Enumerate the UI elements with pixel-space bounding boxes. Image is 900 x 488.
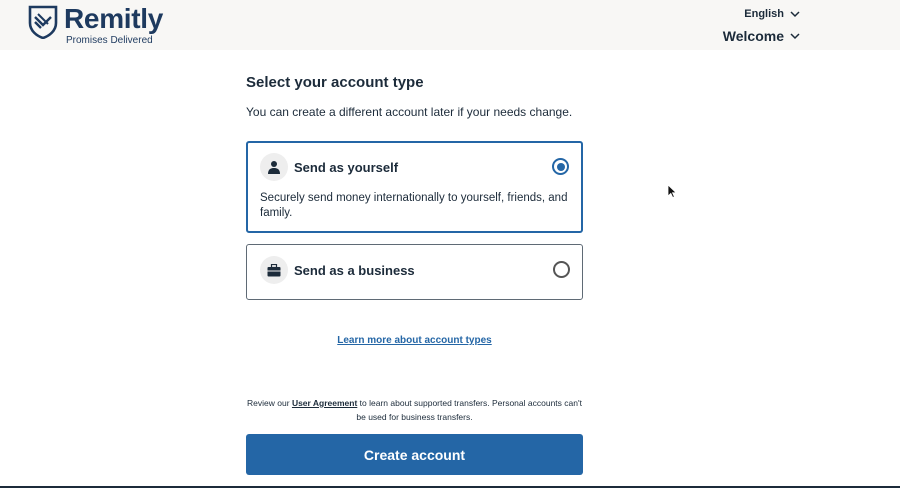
top-header: Remitly Promises Delivered English Welco…	[0, 0, 900, 50]
radio-selected[interactable]	[552, 158, 569, 175]
learn-more-link[interactable]: Learn more about account types	[246, 335, 583, 346]
brand-tagline: Promises Delivered	[66, 35, 153, 46]
chevron-down-icon	[790, 33, 800, 40]
option-description: Securely send money internationally to y…	[260, 192, 568, 219]
mouse-cursor-icon	[667, 184, 677, 198]
shield-logo-icon	[28, 5, 58, 39]
person-icon	[260, 153, 288, 181]
welcome-label: Welcome	[722, 28, 784, 44]
create-account-button[interactable]: Create account	[246, 434, 583, 475]
page-subtitle: You can create a different account later…	[246, 105, 573, 119]
option-label: Send as yourself	[294, 159, 399, 175]
language-label: English	[744, 8, 784, 20]
account-type-intro: Select your account type You can create …	[246, 74, 583, 119]
welcome-menu[interactable]: Welcome	[723, 28, 800, 44]
user-agreement-notice: Review our User Agreement to learn about…	[246, 396, 583, 424]
chevron-down-icon	[790, 11, 800, 18]
radio-unselected[interactable]	[553, 261, 570, 278]
review-suffix: to learn about supported transfers. Pers…	[356, 398, 582, 422]
remitly-logo[interactable]: Remitly Promises Delivered	[28, 5, 163, 46]
brand-name: Remitly	[64, 3, 164, 34]
briefcase-icon	[260, 256, 288, 284]
language-selector[interactable]: English	[744, 8, 800, 20]
option-send-as-yourself[interactable]: Send as yourself Securely send money int…	[246, 141, 583, 233]
option-label: Send as a business	[294, 262, 415, 278]
option-send-as-business[interactable]: Send as a business	[246, 244, 583, 300]
page-title: Select your account type	[246, 74, 424, 91]
review-prefix: Review our	[247, 398, 290, 408]
user-agreement-link[interactable]: User Agreement	[292, 398, 357, 408]
